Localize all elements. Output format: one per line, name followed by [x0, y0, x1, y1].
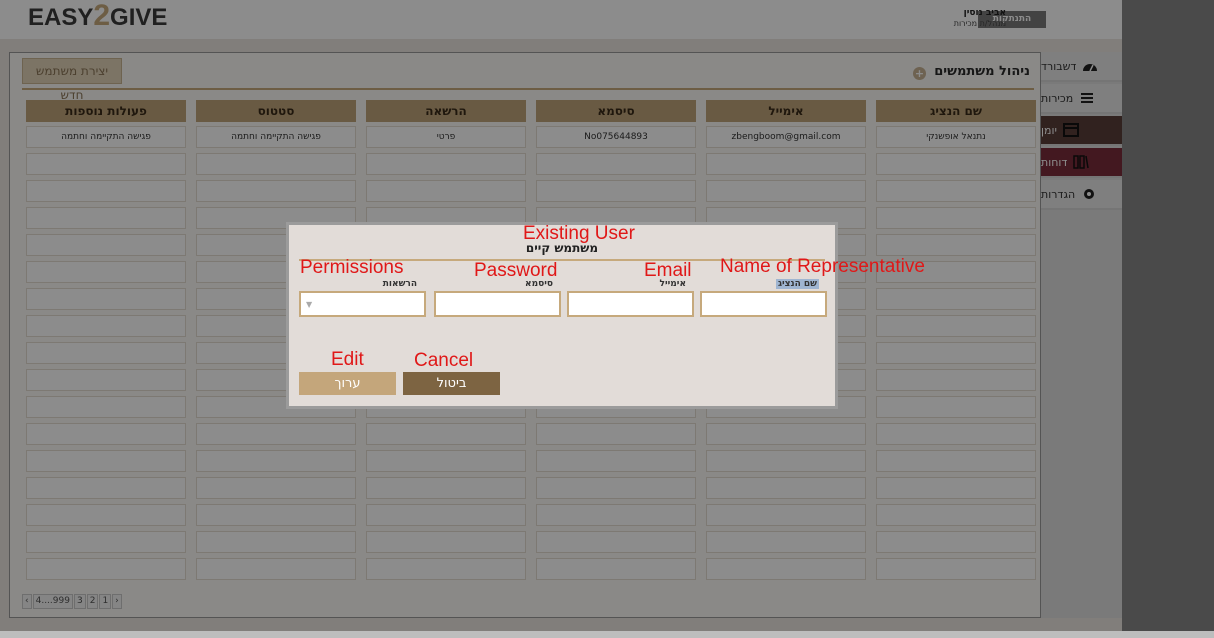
annotation-cancel: Cancel: [414, 350, 474, 371]
annotation-name: Name of Representative: [720, 256, 925, 277]
email-field[interactable]: [567, 291, 694, 317]
name-field[interactable]: [700, 291, 827, 317]
name-input[interactable]: [702, 294, 825, 316]
chevron-down-icon: ▼: [306, 300, 313, 309]
existing-user-modal: משתמש קיים שם הנציג אימייל סיסמא הרשאות …: [286, 222, 838, 409]
cancel-button[interactable]: ביטול: [403, 372, 500, 395]
password-input[interactable]: [436, 294, 559, 316]
bottom-margin: [0, 631, 1214, 638]
edit-button[interactable]: ערוך: [299, 372, 396, 395]
email-input[interactable]: [569, 294, 692, 316]
permissions-label: הרשאות: [382, 279, 417, 289]
password-field[interactable]: [434, 291, 561, 317]
annotation-edit: Edit: [331, 349, 364, 370]
annotation-permissions: Permissions: [300, 257, 404, 278]
annotation-password: Password: [474, 260, 558, 281]
name-label: שם הנציג: [775, 279, 819, 289]
right-margin: [1122, 0, 1214, 638]
permissions-select[interactable]: ▼: [299, 291, 426, 317]
annotation-email: Email: [644, 260, 692, 281]
annotation-existing-user: Existing User: [523, 223, 635, 244]
